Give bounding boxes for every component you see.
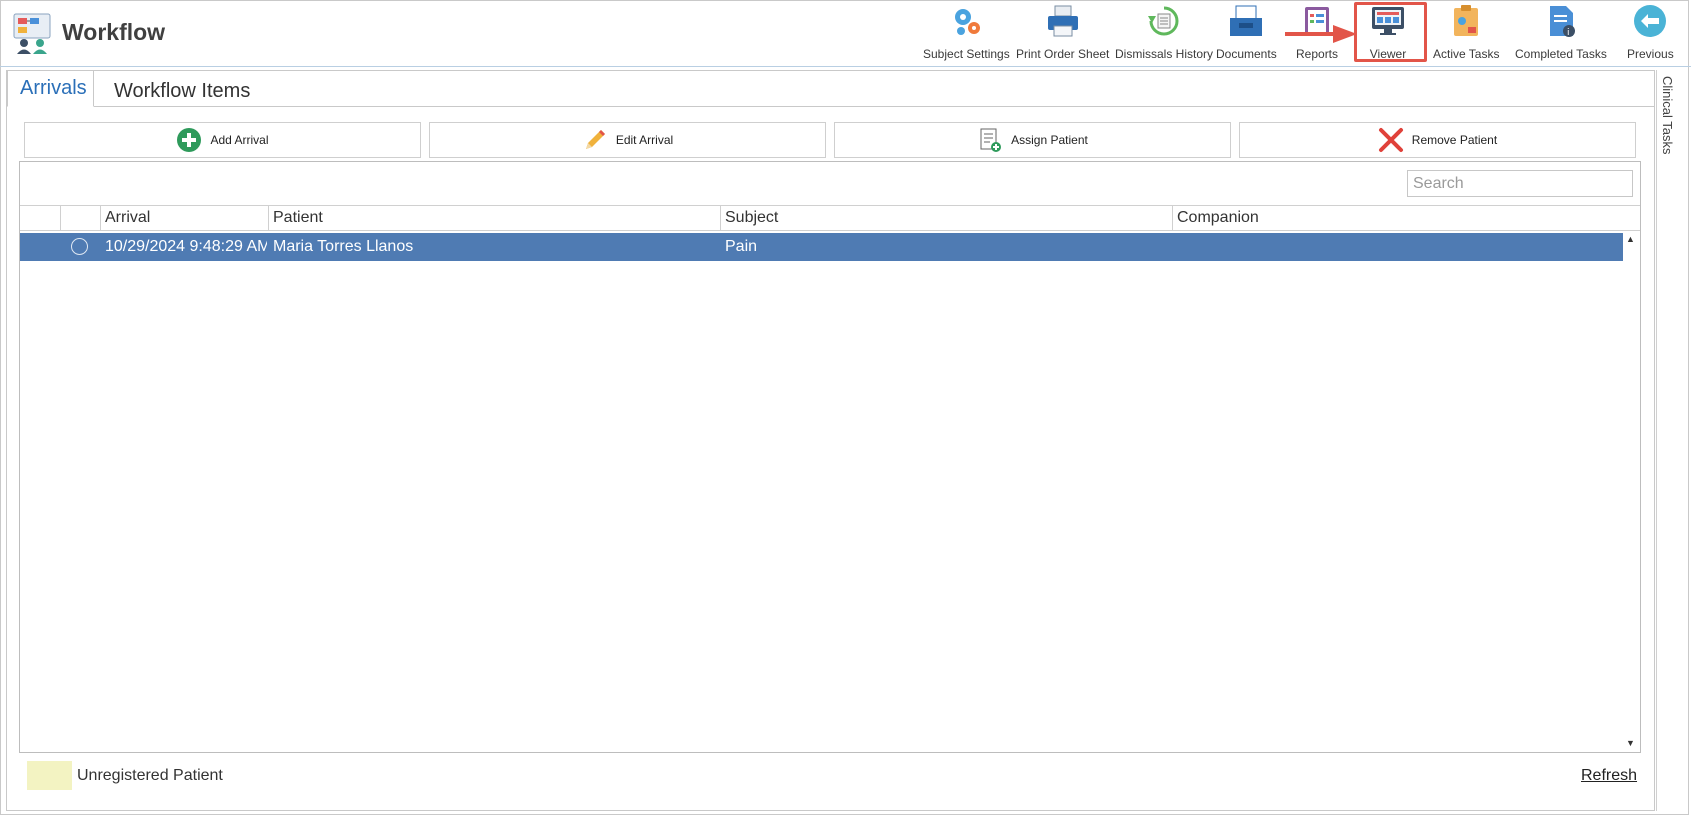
edit-arrival-label: Edit Arrival — [615, 133, 674, 147]
documents-button[interactable]: Documents — [1216, 4, 1277, 62]
tab-workflow-items[interactable]: Workflow Items — [102, 70, 262, 106]
column-header-indicator — [20, 206, 60, 230]
tab-strip: Arrivals Workflow Items — [7, 70, 1654, 107]
assign-patient-button[interactable]: Assign Patient — [834, 122, 1231, 158]
svg-text:i: i — [1567, 28, 1570, 38]
unregistered-legend-label: Unregistered Patient — [77, 767, 223, 784]
column-header-subject[interactable]: Subject — [720, 206, 1172, 230]
active-tasks-icon — [1454, 5, 1479, 36]
back-arrow-icon — [1634, 5, 1667, 37]
add-arrival-label: Add Arrival — [210, 133, 269, 147]
print-order-sheet-button[interactable]: Print Order Sheet — [1016, 4, 1109, 62]
printer-icon — [1047, 5, 1078, 37]
plus-circle-icon — [177, 128, 202, 152]
column-header-companion[interactable]: Companion — [1172, 206, 1622, 230]
documents-label: Documents — [1216, 47, 1277, 61]
active-tasks-button[interactable]: Active Tasks — [1433, 4, 1499, 62]
scroll-down-arrow-icon[interactable]: ▼ — [1626, 738, 1635, 748]
tab-arrivals[interactable]: Arrivals — [7, 70, 94, 107]
search-input[interactable] — [1407, 170, 1633, 197]
pencil-icon — [585, 130, 605, 149]
app-title: Workflow — [62, 19, 166, 45]
reports-label: Reports — [1296, 47, 1339, 61]
dismissals-history-label: Dismissals History — [1115, 47, 1214, 61]
grid-header: Arrival Patient Subject Companion — [20, 205, 1640, 231]
completed-tasks-label: Completed Tasks — [1515, 47, 1607, 61]
column-header-patient[interactable]: Patient — [268, 206, 720, 230]
cell-arrival: 10/29/2024 9:48:29 AM — [105, 238, 267, 255]
subject-settings-label: Subject Settings — [923, 47, 1010, 61]
column-header-arrival[interactable]: Arrival — [100, 206, 268, 230]
clinical-tasks-label[interactable]: Clinical Tasks — [1660, 76, 1675, 155]
workflow-app-icon — [13, 13, 51, 54]
clinical-tasks-side-panel[interactable] — [1656, 70, 1689, 811]
history-icon — [1148, 6, 1179, 36]
completed-tasks-button[interactable]: i Completed Tasks — [1515, 4, 1607, 62]
red-x-icon — [1378, 128, 1403, 152]
cell-subject: Pain — [725, 238, 758, 255]
previous-label: Previous — [1627, 47, 1674, 61]
add-arrival-button[interactable]: Add Arrival — [24, 122, 421, 158]
print-order-sheet-label: Print Order Sheet — [1016, 47, 1110, 61]
column-header-select — [60, 206, 100, 230]
table-row[interactable]: 10/29/2024 9:48:29 AM Maria Torres Llano… — [20, 233, 1623, 261]
edit-arrival-button[interactable]: Edit Arrival — [429, 122, 826, 158]
row-radio[interactable] — [71, 238, 88, 255]
active-tasks-label: Active Tasks — [1433, 47, 1500, 61]
remove-patient-label: Remove Patient — [1411, 133, 1498, 147]
dismissals-history-button[interactable]: Dismissals History — [1115, 4, 1213, 62]
documents-tray-icon — [1230, 5, 1263, 36]
subject-settings-button[interactable]: Subject Settings — [923, 4, 1010, 62]
completed-tasks-icon: i — [1549, 6, 1575, 38]
gears-icon — [955, 9, 981, 35]
refresh-link[interactable]: Refresh — [1581, 767, 1637, 785]
viewer-highlight-box — [1354, 2, 1427, 62]
remove-patient-button[interactable]: Remove Patient — [1239, 122, 1636, 158]
cell-patient: Maria Torres Llanos — [273, 238, 414, 255]
assign-document-icon — [980, 128, 1002, 152]
scroll-up-arrow-icon[interactable]: ▲ — [1626, 234, 1635, 244]
assign-patient-label: Assign Patient — [1011, 133, 1088, 147]
previous-button[interactable]: Previous — [1627, 4, 1674, 62]
red-arrow-annotation — [1285, 25, 1357, 43]
header-bar: Workflow Subject Settings Print Order Sh… — [0, 0, 1691, 67]
unregistered-legend-swatch — [27, 761, 72, 790]
